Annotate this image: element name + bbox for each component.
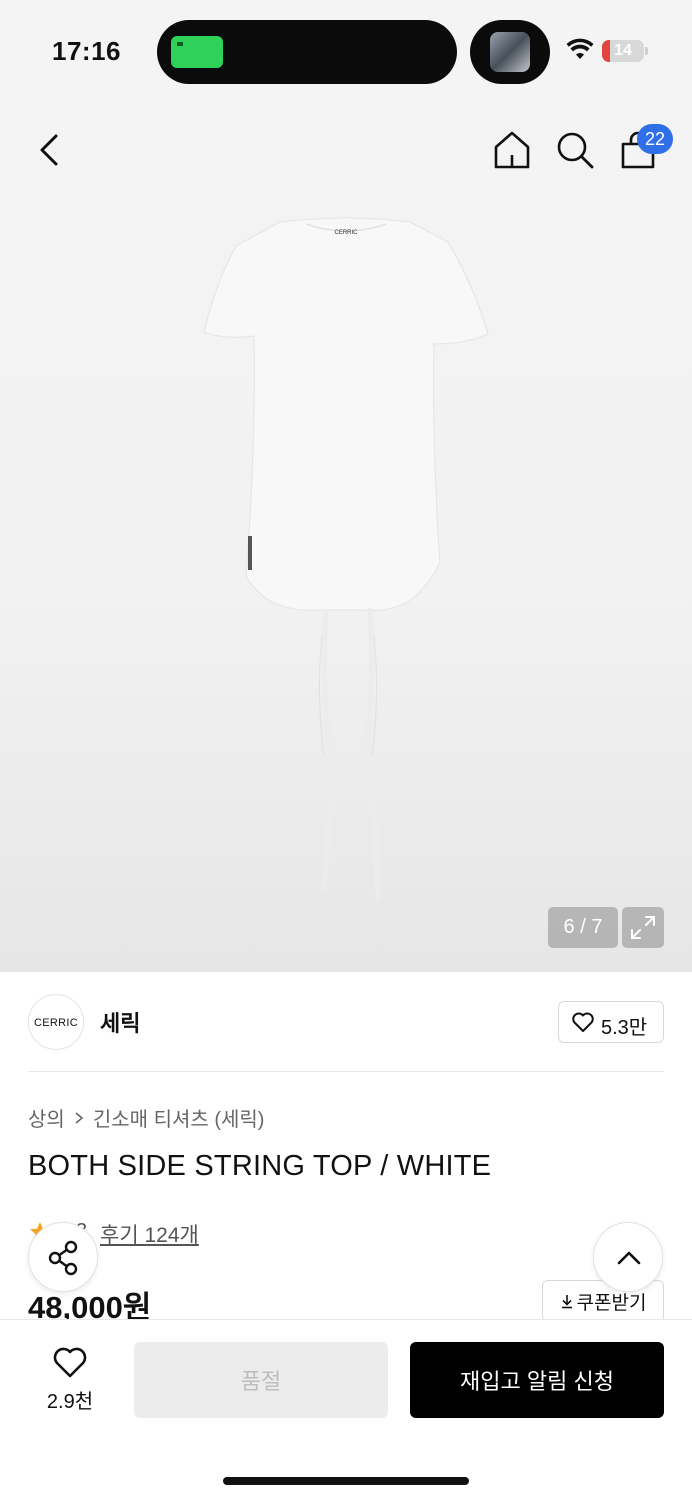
home-icon[interactable] — [490, 128, 534, 172]
battery-icon: 14 — [602, 40, 648, 62]
restock-alert-button[interactable]: 재입고 알림 신청 — [410, 1342, 664, 1418]
brand-like-count: 5.3만 — [601, 1017, 648, 1039]
scroll-top-button[interactable] — [593, 1222, 663, 1292]
breadcrumb: 상의 긴소매 티셔츠 (세릭) — [28, 1103, 264, 1132]
search-icon[interactable] — [553, 128, 597, 172]
image-counter: 6 / 7 — [548, 907, 618, 948]
divider — [28, 1071, 664, 1072]
album-art-thumbnail — [490, 32, 530, 72]
review-link[interactable]: 후기 124개 — [100, 1219, 199, 1249]
heart-icon — [572, 1012, 594, 1032]
breadcrumb-subcategory[interactable]: 긴소매 티셔츠 (세릭) — [93, 1103, 265, 1132]
product-label-text: CERRIC — [334, 230, 358, 236]
wishlist-count: 2.9천 — [46, 1391, 94, 1413]
battery-level: 14 — [614, 42, 632, 59]
chevron-right-icon — [75, 1111, 84, 1124]
soldout-button: 품절 — [134, 1342, 388, 1418]
brand-name[interactable]: 세릭 — [100, 1006, 140, 1038]
share-icon — [48, 1240, 78, 1276]
live-activity-icon — [171, 36, 223, 68]
now-playing-island — [470, 20, 550, 84]
share-button[interactable] — [28, 1222, 98, 1292]
cart-count-badge: 22 — [637, 124, 673, 154]
brand-like-button[interactable]: 5.3만 — [558, 1001, 664, 1043]
home-indicator — [223, 1477, 469, 1485]
brand-logo[interactable]: CERRIC — [28, 994, 84, 1050]
dynamic-island — [157, 20, 457, 84]
product-title: BOTH SIDE STRING TOP / WHITE — [28, 1150, 492, 1182]
back-arrow-icon[interactable] — [28, 128, 72, 172]
status-time: 17:16 — [52, 36, 121, 66]
expand-icon[interactable] — [622, 907, 664, 948]
wifi-icon — [566, 38, 594, 59]
breadcrumb-category[interactable]: 상의 — [28, 1103, 65, 1132]
chevron-up-icon — [617, 1251, 641, 1265]
download-icon — [561, 1295, 572, 1309]
product-image-gallery[interactable]: 17:16 14 22 CERRIC 6 / 7 — [0, 0, 692, 972]
wishlist-heart-icon[interactable] — [52, 1345, 88, 1379]
product-photo: CERRIC — [203, 217, 489, 903]
